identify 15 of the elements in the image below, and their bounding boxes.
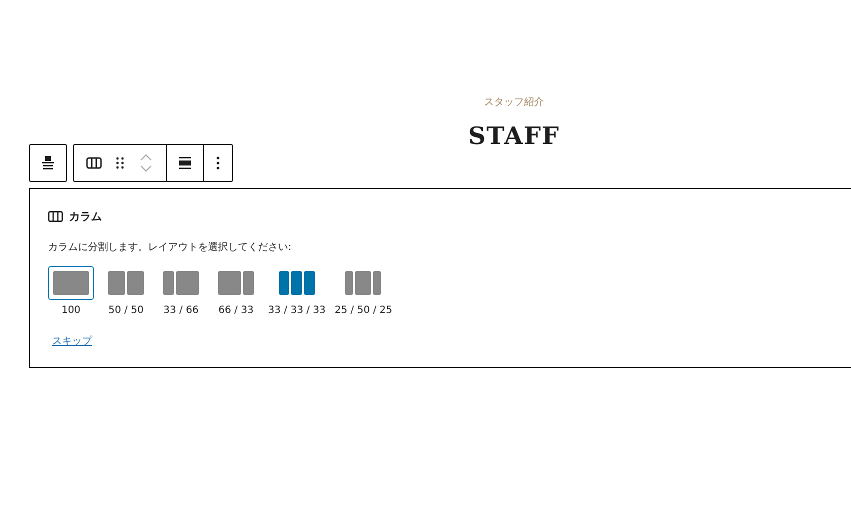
option-label: 100	[61, 305, 81, 316]
option-label: 33 / 66	[163, 305, 199, 316]
panel-title: カラム	[69, 209, 102, 224]
option-label: 50 / 50	[108, 305, 144, 316]
option-label: 25 / 50 / 25	[334, 305, 392, 316]
skip-link[interactable]: スキップ	[52, 334, 92, 348]
instructions: カラムに分割します。レイアウトを選択してください:	[48, 240, 292, 254]
columns-icon	[48, 211, 63, 222]
section-subtitle: スタッフ紹介	[484, 96, 544, 109]
option-label: 66 / 33	[218, 305, 254, 316]
move-down-icon[interactable]	[140, 165, 152, 172]
section-title: STAFF	[468, 121, 560, 150]
option-label: 33 / 33 / 33	[268, 305, 326, 316]
move-up-icon[interactable]	[140, 154, 152, 161]
layout-option[interactable]	[48, 266, 94, 300]
